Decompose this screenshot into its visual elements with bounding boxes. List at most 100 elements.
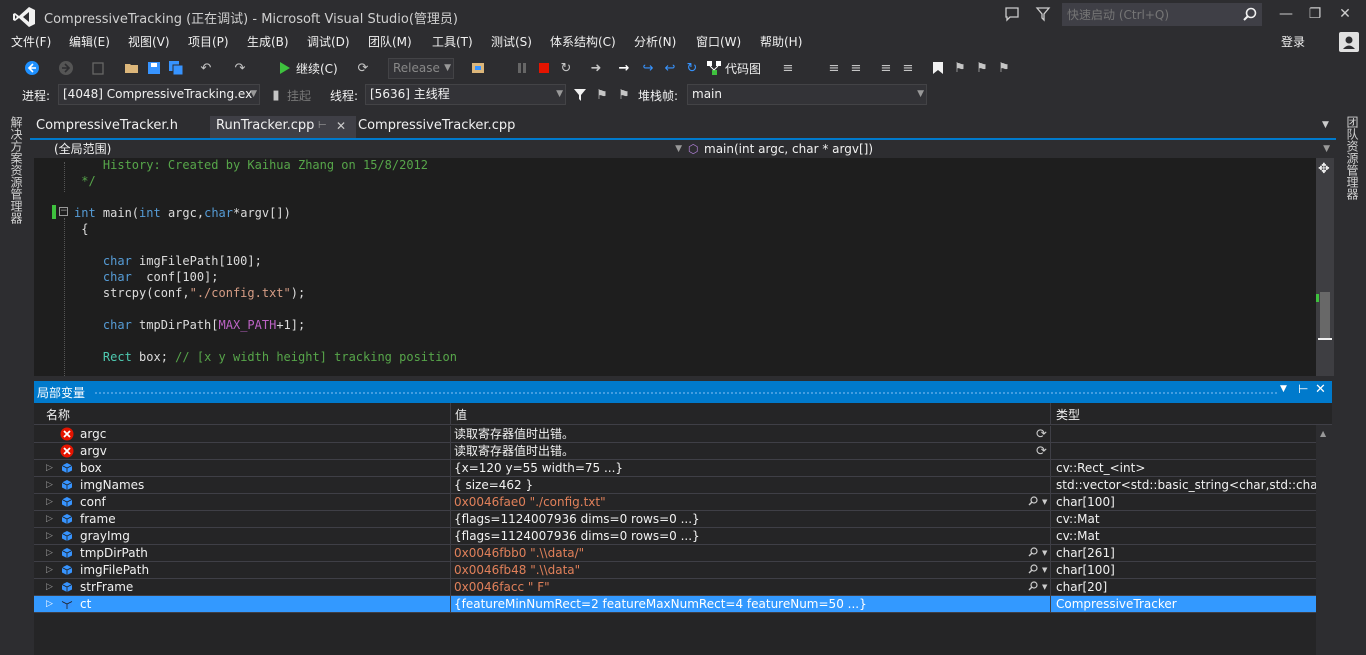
refresh-icon[interactable]: ⟳ bbox=[355, 60, 371, 76]
undo-icon[interactable]: ↶ bbox=[198, 60, 214, 76]
menu-tools[interactable]: 工具(T) bbox=[432, 32, 473, 52]
menu-debug[interactable]: 调试(D) bbox=[307, 32, 350, 52]
value-column-header[interactable]: 值 bbox=[455, 406, 467, 423]
step-over-icon[interactable]: ↪ bbox=[640, 60, 656, 76]
visualizer-dropdown-icon[interactable]: ▼ bbox=[1042, 494, 1047, 511]
menu-view[interactable]: 视图(V) bbox=[128, 32, 170, 52]
member-dropdown[interactable]: ⬡ main(int argc, char * argv[]) ▼ bbox=[684, 140, 1330, 158]
menu-project[interactable]: 项目(P) bbox=[188, 32, 229, 52]
expand-arrow-icon[interactable]: ▷ bbox=[46, 460, 53, 477]
user-avatar-icon[interactable] bbox=[1339, 32, 1359, 52]
team-explorer-tab[interactable]: 团队资源管理器 bbox=[1344, 116, 1361, 200]
code-editor[interactable]: − History: Created by Kaihua Zhang on 15… bbox=[34, 158, 1316, 376]
indent-icon[interactable]: ≡ bbox=[848, 60, 864, 76]
expand-arrow-icon[interactable]: ▷ bbox=[46, 511, 53, 528]
step-out-icon[interactable]: ↩ bbox=[662, 60, 678, 76]
configuration-dropdown[interactable]: Release ▼ bbox=[388, 58, 454, 79]
pause-icon[interactable] bbox=[514, 60, 530, 76]
close-icon[interactable]: ✕ bbox=[1315, 382, 1326, 397]
tab-compressive-tracker-h[interactable]: CompressiveTracker.h bbox=[36, 116, 178, 138]
search-icon[interactable] bbox=[1243, 7, 1257, 21]
pin-icon[interactable]: ⊢ bbox=[318, 116, 327, 136]
split-editor-icon[interactable]: ✥ bbox=[1318, 161, 1330, 177]
visualizer-dropdown-icon[interactable]: ▼ bbox=[1042, 562, 1047, 579]
locals-row-strframe[interactable]: ▷ strFrame 0x0046facc " F" ▼ char[20] bbox=[34, 579, 1316, 596]
refresh-value-icon[interactable]: ⟳ bbox=[1036, 443, 1047, 460]
locals-row-imgfilepath[interactable]: ▷ imgFilePath 0x0046fb48 ".\\data" ▼ char[10… bbox=[34, 562, 1316, 579]
visualizer-search-icon[interactable] bbox=[1028, 494, 1038, 511]
align-icon[interactable]: ≡ bbox=[826, 60, 842, 76]
locals-row-imgnames[interactable]: ▷ imgNames { size=462 } std::vector<std::ba… bbox=[34, 477, 1316, 494]
flag-all-icon[interactable]: ⚑ bbox=[616, 87, 632, 103]
sign-in-link[interactable]: 登录 bbox=[1281, 32, 1305, 52]
locals-scrollbar[interactable]: ▲ bbox=[1316, 425, 1332, 655]
menu-help[interactable]: 帮助(H) bbox=[760, 32, 802, 52]
forward-icon[interactable] bbox=[58, 60, 74, 76]
tab-run-tracker-cpp[interactable]: RunTracker.cpp ⊢ ✕ bbox=[210, 116, 356, 138]
locals-row-argv[interactable]: argv 读取寄存器值时出错。 ⟳ bbox=[34, 443, 1316, 460]
process-dropdown[interactable]: [4048] CompressiveTracking.ex ▼ bbox=[58, 84, 260, 105]
tab-list-dropdown-icon[interactable]: ▼ bbox=[1322, 120, 1329, 130]
locals-row-grayimg[interactable]: ▷ grayImg {flags=1124007936 dims=0 rows=0 … bbox=[34, 528, 1316, 545]
suspend-button[interactable]: 挂起 bbox=[287, 87, 311, 104]
step-back-icon[interactable]: ↻ bbox=[684, 60, 700, 76]
visualizer-dropdown-icon[interactable]: ▼ bbox=[1042, 545, 1047, 562]
locals-row-argc[interactable]: argc 读取寄存器值时出错。 ⟳ bbox=[34, 426, 1316, 443]
scrollbar-thumb[interactable] bbox=[1320, 292, 1330, 340]
show-next-statement-icon[interactable]: ➜ bbox=[588, 60, 604, 76]
variable-value[interactable]: { size=462 } bbox=[454, 477, 1050, 494]
window-menu-icon[interactable]: ▼ bbox=[1280, 384, 1287, 394]
visualizer-search-icon[interactable] bbox=[1028, 545, 1038, 562]
save-icon[interactable] bbox=[146, 60, 162, 76]
thread-dropdown[interactable]: [5636] 主线程 ▼ bbox=[365, 84, 566, 105]
minimize-icon[interactable]: — bbox=[1272, 2, 1300, 26]
back-icon[interactable] bbox=[24, 60, 40, 76]
suspend-icon[interactable]: ▮ bbox=[268, 87, 284, 103]
visualizer-dropdown-icon[interactable]: ▼ bbox=[1042, 579, 1047, 596]
close-tab-icon[interactable]: ✕ bbox=[336, 116, 346, 136]
variable-value[interactable]: {featureMinNumRect=2 featureMaxNumRect=4… bbox=[454, 596, 1050, 613]
variable-value[interactable]: 0x0046fbb0 ".\\data/" bbox=[454, 545, 1050, 562]
locals-row-tmpdirpath[interactable]: ▷ tmpDirPath 0x0046fbb0 ".\\data/" ▼ char[26… bbox=[34, 545, 1316, 562]
variable-value[interactable]: 0x0046facc " F" bbox=[454, 579, 1050, 596]
step-into-icon[interactable]: → bbox=[616, 60, 632, 76]
visualizer-search-icon[interactable] bbox=[1028, 562, 1038, 579]
save-all-icon[interactable] bbox=[168, 60, 184, 76]
prev-bookmark-icon[interactable]: ⚑ bbox=[952, 60, 968, 76]
expand-arrow-icon[interactable]: ▷ bbox=[46, 562, 53, 579]
menu-architecture[interactable]: 体系结构(C) bbox=[550, 32, 616, 52]
close-icon[interactable]: ✕ bbox=[1331, 2, 1359, 26]
visualizer-search-icon[interactable] bbox=[1028, 579, 1038, 596]
comment-icon[interactable]: ≡ bbox=[878, 60, 894, 76]
menu-test[interactable]: 测试(S) bbox=[491, 32, 532, 52]
locals-row-frame[interactable]: ▷ frame {flags=1124007936 dims=0 rows=0 ..… bbox=[34, 511, 1316, 528]
tab-compressive-tracker-cpp[interactable]: CompressiveTracker.cpp bbox=[358, 116, 515, 138]
locals-row-conf[interactable]: ▷ conf 0x0046fae0 "./config.txt" ▼ char[100] bbox=[34, 494, 1316, 511]
editor-vertical-scrollbar[interactable]: ✥ bbox=[1316, 158, 1334, 376]
variable-value[interactable]: {flags=1124007936 dims=0 rows=0 ...} bbox=[454, 528, 1050, 545]
next-bookmark-icon[interactable]: ⚑ bbox=[974, 60, 990, 76]
type-column-header[interactable]: 类型 bbox=[1056, 406, 1080, 423]
name-column-header[interactable]: 名称 bbox=[46, 406, 70, 423]
menu-build[interactable]: 生成(B) bbox=[247, 32, 289, 52]
clear-bookmarks-icon[interactable]: ⚑ bbox=[996, 60, 1012, 76]
stop-icon[interactable] bbox=[536, 60, 552, 76]
expand-arrow-icon[interactable]: ▷ bbox=[46, 494, 53, 511]
scope-dropdown[interactable]: (全局范围) ▼ bbox=[34, 140, 682, 158]
uncomment-icon[interactable]: ≡ bbox=[900, 60, 916, 76]
redo-icon[interactable]: ↷ bbox=[232, 60, 248, 76]
menu-edit[interactable]: 编辑(E) bbox=[69, 32, 110, 52]
code-map-button[interactable]: 代码图 bbox=[725, 60, 761, 77]
expand-arrow-icon[interactable]: ▷ bbox=[46, 579, 53, 596]
breakpoint-options-icon[interactable]: ≡ bbox=[780, 60, 796, 76]
continue-icon[interactable] bbox=[277, 60, 293, 76]
menu-window[interactable]: 窗口(W) bbox=[696, 32, 741, 52]
pin-icon[interactable]: ⊢ bbox=[1298, 382, 1308, 396]
new-project-icon[interactable] bbox=[90, 60, 106, 76]
expand-arrow-icon[interactable]: ▷ bbox=[46, 596, 53, 613]
solution-explorer-tab[interactable]: 解决方案资源管理器 bbox=[8, 116, 25, 224]
locals-row-box[interactable]: ▷ box {x=120 y=55 width=75 ...} cv::Rect_<i… bbox=[34, 460, 1316, 477]
variable-value[interactable]: 读取寄存器值时出错。 bbox=[454, 426, 1050, 443]
variable-value[interactable]: {x=120 y=55 width=75 ...} bbox=[454, 460, 1050, 477]
locals-row-ct[interactable]: ▷ ct {featureMinNumRect=2 featureMaxNumRec… bbox=[34, 596, 1316, 613]
